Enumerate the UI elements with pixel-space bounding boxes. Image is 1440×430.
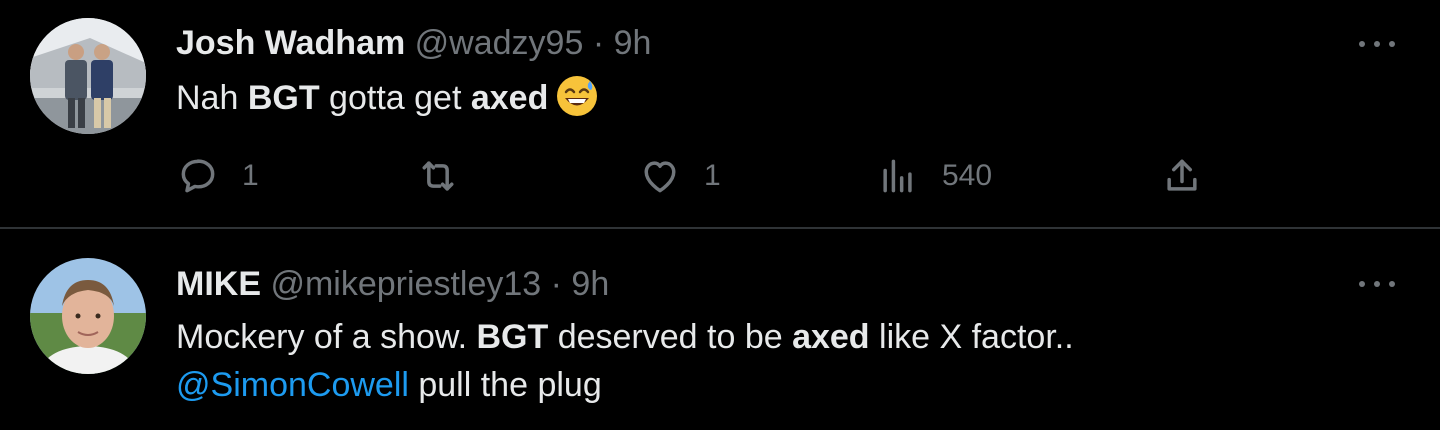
tweet-actions: 1 1 540 <box>0 154 1440 198</box>
like-count: 1 <box>704 159 721 192</box>
share-icon <box>1160 154 1204 198</box>
views-button[interactable]: 540 <box>876 154 992 198</box>
tweet-mike[interactable]: MIKE @mikepriestley13 · 9h Mockery of a … <box>0 229 1440 430</box>
views-icon <box>876 154 920 198</box>
user-handle[interactable]: @wadzy95 <box>415 24 584 62</box>
retweet-icon <box>416 154 460 198</box>
timestamp[interactable]: 9h <box>571 265 609 303</box>
display-name[interactable]: MIKE <box>176 265 261 303</box>
separator-dot: · <box>592 24 605 62</box>
reply-button[interactable]: 1 <box>176 154 259 198</box>
retweet-button[interactable] <box>416 154 482 198</box>
more-icon[interactable] <box>1355 274 1399 294</box>
reply-icon <box>176 154 220 198</box>
reply-count: 1 <box>242 159 259 192</box>
user-handle[interactable]: @mikepriestley13 <box>270 265 541 303</box>
like-icon <box>638 154 682 198</box>
share-button[interactable] <box>1160 154 1204 198</box>
tweet-text-line-2: @SimonCowell pull the plug <box>176 366 602 404</box>
display-name[interactable]: Josh Wadham <box>176 24 405 62</box>
tweet-text: Nah BGT gotta get axed <box>176 74 598 130</box>
separator-dot: · <box>550 265 562 303</box>
tweet-header: MIKE @mikepriestley13 · 9h <box>176 264 609 304</box>
timestamp[interactable]: 9h <box>614 24 652 62</box>
more-icon[interactable] <box>1355 34 1399 54</box>
like-button[interactable]: 1 <box>638 154 721 198</box>
tweet-josh-wadham[interactable]: Josh Wadham @wadzy95 · 9h Nah BGT gotta … <box>0 0 1440 228</box>
mention-link[interactable]: @SimonCowell <box>176 366 409 404</box>
avatar[interactable] <box>30 18 146 134</box>
views-count: 540 <box>942 159 993 192</box>
tweet-header: Josh Wadham @wadzy95 · 9h <box>176 23 651 63</box>
grinning-face-with-sweat-icon <box>556 75 598 130</box>
avatar[interactable] <box>30 258 146 374</box>
tweet-text-line-1: Mockery of a show. BGT deserved to be ax… <box>176 318 1074 356</box>
tweet-text: Mockery of a show. BGT deserved to be ax… <box>176 313 1074 409</box>
